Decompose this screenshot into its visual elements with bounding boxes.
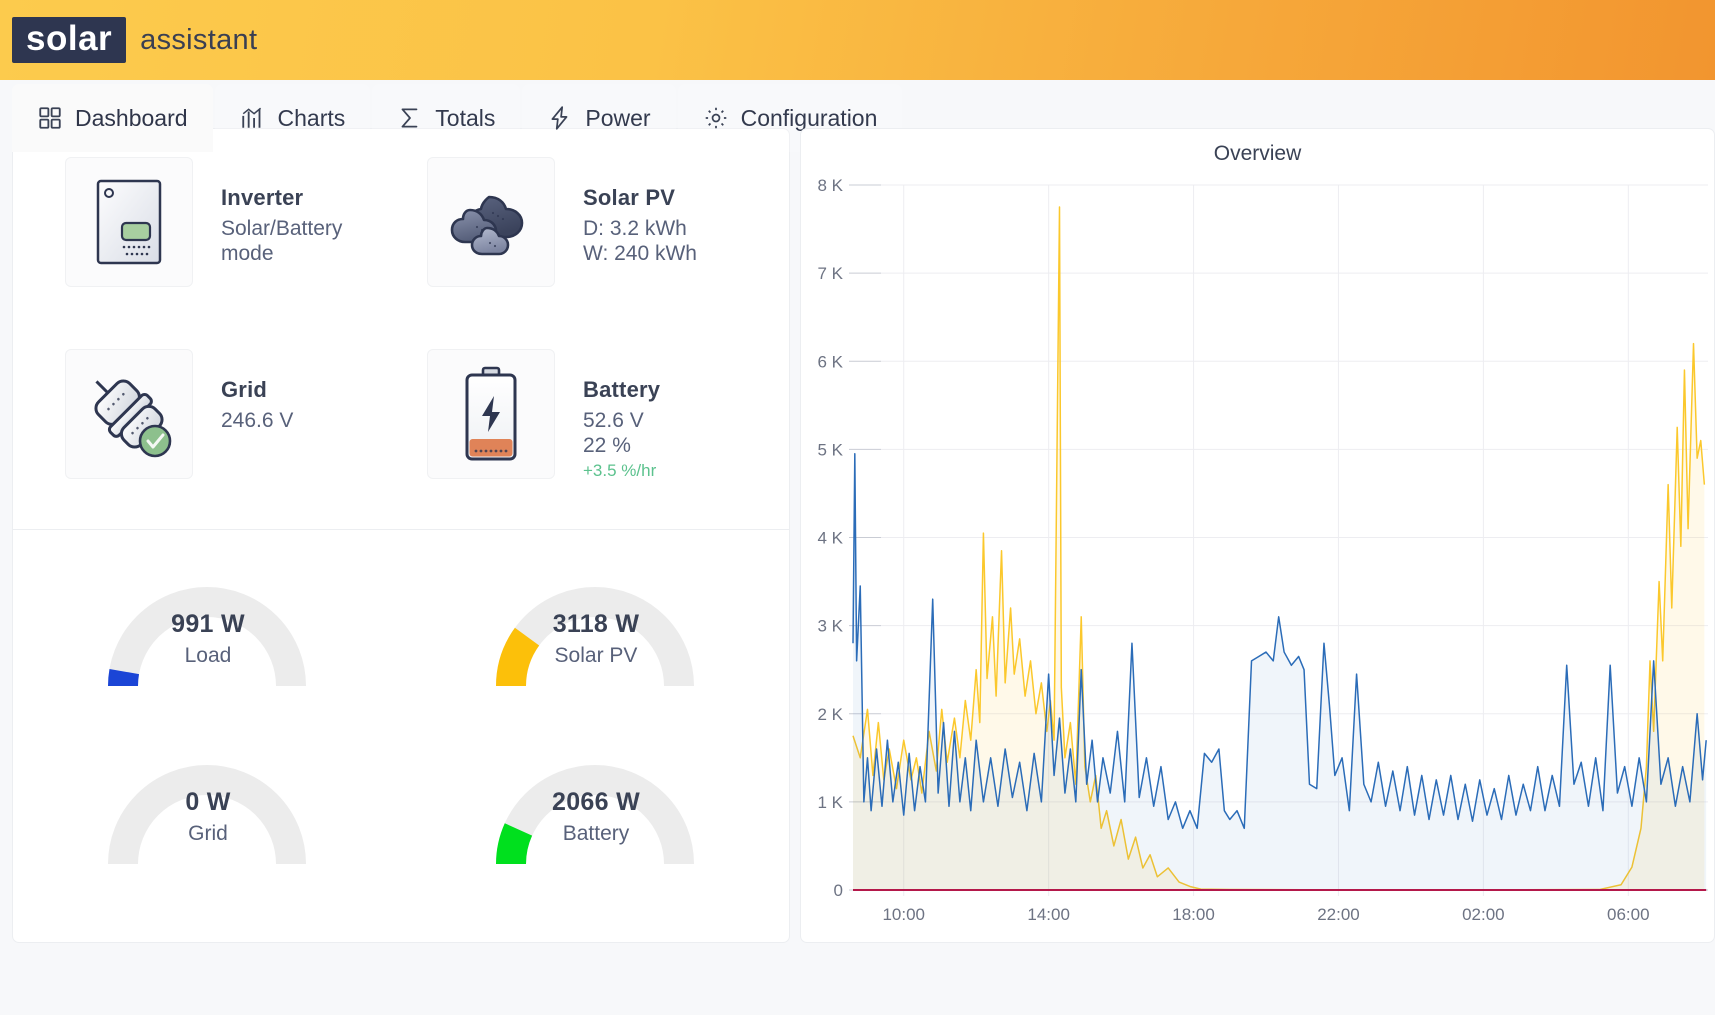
- status-tile-grid[interactable]: Grid 246.6 V: [65, 349, 427, 481]
- tile-title: Solar PV: [583, 185, 676, 210]
- battery-icon: [427, 349, 555, 479]
- gauge-value: 0 W: [185, 788, 231, 816]
- solar-pv-text: Solar PV D: 3.2 kWh W: 240 kWh: [583, 157, 697, 266]
- tile-title: Battery: [583, 377, 661, 402]
- status-tile-battery[interactable]: Battery 52.6 V 22 % +3.5 %/hr: [427, 349, 789, 481]
- status-tile-inverter[interactable]: Inverter Solar/Battery mode: [65, 157, 427, 287]
- tab-label: Dashboard: [75, 104, 188, 131]
- gauge-readout: 0 W Grid: [183, 788, 230, 846]
- logo-wordmark: assistant: [140, 23, 258, 56]
- app-logo[interactable]: solar assistant: [12, 17, 257, 63]
- tab-label: Charts: [277, 104, 346, 131]
- gauge-value: 2066 W: [552, 788, 640, 816]
- svg-text:06:00: 06:00: [1607, 905, 1650, 924]
- page-content: Inverter Solar/Battery mode Solar PV D: …: [0, 80, 1715, 943]
- svg-text:4 K: 4 K: [817, 529, 843, 548]
- gauge-grid: 991 W Load 3118 W Solar PV 0 W Grid 2066…: [13, 530, 789, 908]
- app-header: solar assistant Dashboard Charts Totals …: [0, 0, 1715, 152]
- grid-text: Grid 246.6 V: [221, 349, 293, 434]
- svg-text:3 K: 3 K: [817, 617, 843, 636]
- grid-icon: [37, 105, 63, 131]
- tile-line: 22 %: [583, 433, 631, 457]
- battery-rate: +3.5 %/hr: [583, 461, 657, 481]
- chart-title: Overview: [1213, 142, 1302, 165]
- plug-connected-icon: [65, 349, 193, 479]
- svg-text:22:00: 22:00: [1317, 905, 1360, 924]
- tile-line: 52.6 V: [583, 409, 644, 432]
- gauge-name: Solar PV: [554, 644, 638, 667]
- tab-charts[interactable]: Charts: [214, 84, 371, 152]
- svg-text:7 K: 7 K: [817, 264, 843, 283]
- svg-text:6 K: 6 K: [817, 352, 843, 371]
- gauge-value: 3118 W: [552, 610, 640, 638]
- inverter-icon: [65, 157, 193, 287]
- gauge-grid[interactable]: 0 W Grid: [13, 730, 401, 908]
- status-tiles: Inverter Solar/Battery mode Solar PV D: …: [13, 129, 789, 529]
- svg-text:10:00: 10:00: [882, 905, 925, 924]
- tile-line: 246.6 V: [221, 409, 294, 432]
- gauge-readout: 3118 W Solar PV: [551, 610, 640, 668]
- tile-title: Inverter: [221, 185, 304, 210]
- tab-label: Totals: [435, 104, 496, 131]
- bar-chart-icon: [240, 105, 266, 131]
- gauge-name: Grid: [188, 822, 228, 845]
- logo-mark: solar: [12, 17, 127, 63]
- tile-line: W: 240 kWh: [583, 241, 697, 265]
- gauge-name: Load: [184, 644, 232, 667]
- status-panel: Inverter Solar/Battery mode Solar PV D: …: [12, 128, 790, 943]
- gauge-readout: 991 W Load: [169, 610, 245, 668]
- svg-text:14:00: 14:00: [1027, 905, 1070, 924]
- svg-text:1 K: 1 K: [817, 793, 843, 812]
- tile-title: Grid: [221, 377, 268, 402]
- bolt-icon: [547, 105, 573, 131]
- svg-text:02:00: 02:00: [1462, 905, 1505, 924]
- svg-text:18:00: 18:00: [1172, 905, 1215, 924]
- gauge-load[interactable]: 991 W Load: [13, 552, 401, 730]
- gauge-solar-pv[interactable]: 3118 W Solar PV: [401, 552, 789, 730]
- tile-line: Solar/Battery: [221, 217, 343, 240]
- svg-text:0: 0: [834, 881, 843, 900]
- status-tile-solar-pv[interactable]: Solar PV D: 3.2 kWh W: 240 kWh: [427, 157, 789, 287]
- tile-line: D: 3.2 kWh: [583, 217, 687, 240]
- svg-text:8 K: 8 K: [817, 176, 843, 195]
- gauge-value: 991 W: [171, 610, 245, 638]
- inverter-text: Inverter Solar/Battery mode: [221, 157, 342, 266]
- gauge-name: Battery: [562, 822, 630, 845]
- tab-totals[interactable]: Totals: [372, 84, 521, 152]
- overview-chart-panel: Overview 0 1 K 2 K 3 K 4 K 5 K 6 K 7 K 8 K 10:00 1…: [800, 128, 1715, 943]
- main-navigation: Dashboard Charts Totals Power Configurat…: [0, 80, 903, 152]
- gear-icon: [703, 105, 729, 131]
- svg-text:5 K: 5 K: [817, 440, 843, 459]
- gauge-battery[interactable]: 2066 W Battery: [401, 730, 789, 908]
- cloud-icon: [427, 157, 555, 287]
- tab-dashboard[interactable]: Dashboard: [12, 84, 213, 152]
- svg-text:2 K: 2 K: [817, 705, 843, 724]
- tab-label: Power: [585, 104, 651, 131]
- tab-power[interactable]: Power: [522, 84, 676, 152]
- tile-line: mode: [221, 241, 274, 265]
- battery-text: Battery 52.6 V 22 % +3.5 %/hr: [583, 349, 660, 481]
- chart-canvas[interactable]: 0 1 K 2 K 3 K 4 K 5 K 6 K 7 K 8 K 10:00 14:00 18:00…: [801, 163, 1714, 942]
- gauge-readout: 2066 W Battery: [550, 788, 640, 846]
- sigma-icon: [397, 105, 423, 131]
